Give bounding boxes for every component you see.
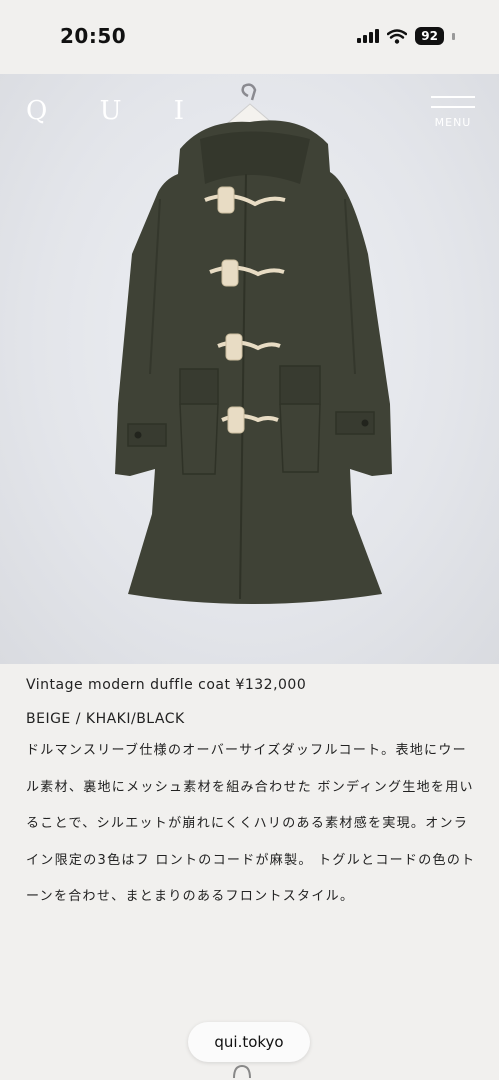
menu-line-icon [431, 96, 475, 98]
wifi-icon [387, 28, 408, 44]
status-bar: 20:50 92 [0, 0, 499, 74]
menu-label: MENU [434, 116, 472, 129]
product-info: Vintage modern duffle coat ¥132,000 BEIG… [26, 677, 476, 916]
product-description: ドルマンスリーブ仕様のオーバーサイズダッフルコート。表地にウール素材、裏地にメッ… [26, 743, 476, 904]
url-text: qui.tokyo [214, 1033, 284, 1051]
status-icons: 92 [357, 27, 455, 45]
battery-indicator: 92 [415, 27, 444, 45]
status-time: 20:50 [60, 24, 127, 48]
address-bar[interactable]: qui.tokyo [188, 1022, 310, 1062]
brand-logo[interactable]: Q U I [26, 96, 206, 126]
hero-image: Q U I MENU [0, 74, 499, 664]
menu-line-icon [431, 106, 475, 108]
battery-tip-icon [452, 32, 455, 40]
menu-button[interactable]: MENU [431, 96, 475, 129]
signal-icon [357, 29, 380, 43]
product-title: Vintage modern duffle coat ¥132,000 [26, 677, 307, 693]
product-colors: BEIGE / KHAKI/BLACK [26, 711, 185, 727]
coat-image [115, 83, 392, 604]
refresh-icon[interactable] [231, 1062, 253, 1080]
